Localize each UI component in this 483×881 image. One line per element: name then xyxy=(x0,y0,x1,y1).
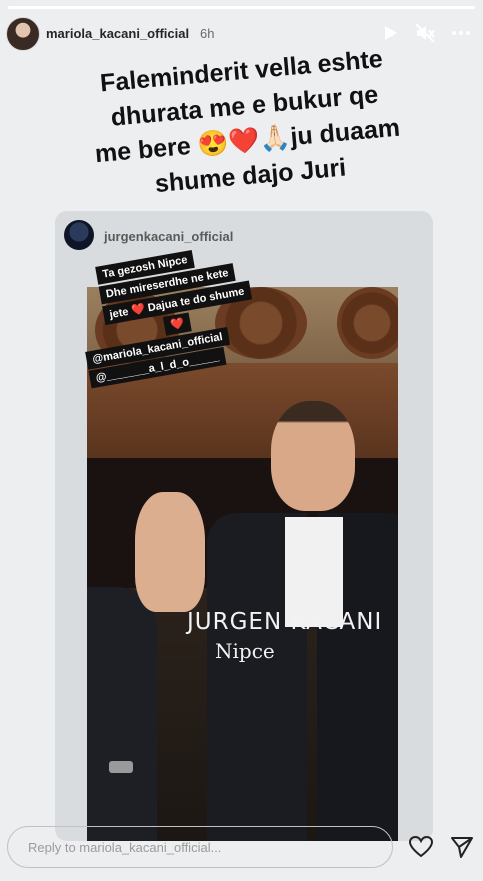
video-subtitle: Nipce xyxy=(215,639,275,663)
story-progress-fill xyxy=(8,6,475,9)
story-time: 6h xyxy=(200,26,215,41)
avatar[interactable] xyxy=(6,17,40,51)
singer-head xyxy=(271,401,355,511)
story-caption: Faleminderit vella eshte dhurata me e bu… xyxy=(41,37,452,211)
watch xyxy=(109,761,133,773)
heart-icon[interactable] xyxy=(408,834,434,860)
video-title: JURGEN KACANI xyxy=(187,609,383,635)
reply-input[interactable]: Reply to mariola_kacani_official... xyxy=(7,826,393,868)
second-person xyxy=(87,587,157,841)
story-username[interactable]: mariola_kacani_official xyxy=(46,26,189,41)
more-icon[interactable] xyxy=(450,22,472,44)
reply-placeholder[interactable]: Reply to mariola_kacani_official... xyxy=(28,840,221,855)
shared-post-card[interactable]: jurgenkacani_official JURGEN KACANI Nipc… xyxy=(55,211,433,841)
hand xyxy=(135,492,205,612)
shared-post-avatar[interactable] xyxy=(64,220,94,250)
shared-post-username[interactable]: jurgenkacani_official xyxy=(104,229,233,244)
story-progress-bar xyxy=(8,6,475,9)
decorative-plate xyxy=(337,287,398,359)
send-icon[interactable] xyxy=(449,834,475,860)
